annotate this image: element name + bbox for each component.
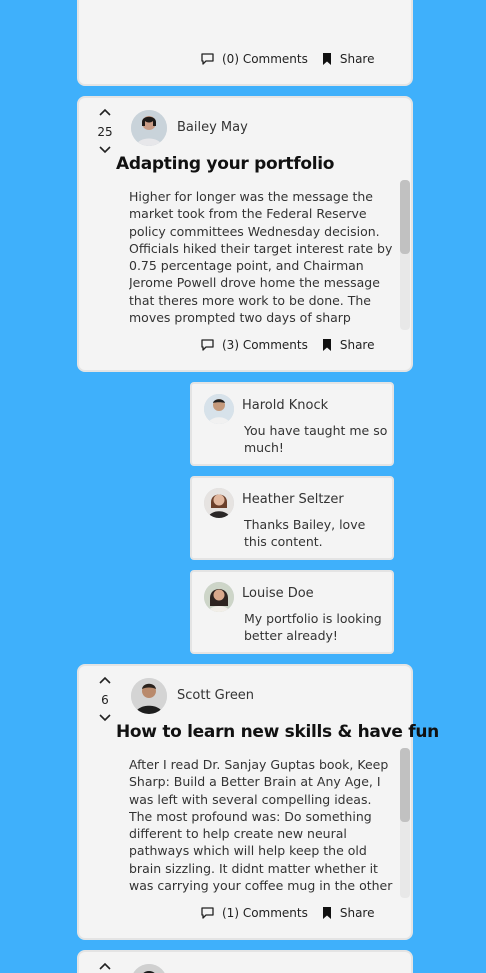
speech-bubble-icon — [201, 907, 214, 919]
bookmark-icon — [322, 339, 331, 351]
vote-score: 6 — [101, 693, 109, 707]
comment-card: Heather Seltzer Thanks Bailey, love this… — [190, 476, 394, 560]
post-title[interactable]: Adapting your portfolio — [116, 154, 406, 174]
avatar[interactable] — [204, 488, 234, 518]
post-title[interactable]: How to learn new skills & have fun — [116, 722, 439, 742]
bookmark-icon — [322, 907, 331, 919]
comments-button[interactable]: (1) Comments — [201, 906, 308, 920]
feed: (0) Comments Share 25 Bailey May Adaptin… — [0, 0, 486, 973]
avatar[interactable] — [131, 110, 167, 146]
upvote-button[interactable] — [93, 108, 117, 122]
comment-author[interactable]: Louise Doe — [242, 586, 314, 601]
comments-label: (1) Comments — [222, 906, 308, 920]
post-card: (0) Comments Share — [77, 0, 413, 86]
comment-card: Harold Knock You have taught me so much! — [190, 382, 394, 466]
chevron-down-icon — [99, 146, 111, 154]
post-author[interactable]: Bailey May — [177, 120, 248, 135]
post-author[interactable]: Scott Green — [177, 688, 254, 703]
vote-control: 6 — [93, 676, 117, 726]
speech-bubble-icon — [201, 339, 214, 351]
vote-score: 25 — [97, 125, 113, 139]
downvote-button[interactable] — [93, 144, 117, 158]
post-body: Higher for longer was the message the ma… — [129, 189, 393, 326]
scrollbar-thumb[interactable] — [400, 748, 410, 822]
post-body-scrollbar[interactable] — [400, 180, 410, 330]
post-body-scrollbar[interactable] — [400, 748, 410, 898]
post-body: After I read Dr. Sanjay Guptas book, Kee… — [129, 757, 393, 894]
post-actions: (1) Comments Share — [201, 906, 375, 920]
vote-control: 25 — [93, 108, 117, 158]
comment-author[interactable]: Heather Seltzer — [242, 492, 344, 507]
post-actions: (0) Comments Share — [201, 52, 375, 66]
avatar[interactable] — [204, 582, 234, 612]
comments-button[interactable]: (3) Comments — [201, 338, 308, 352]
vote-control — [93, 962, 117, 973]
chevron-down-icon — [99, 714, 111, 722]
upvote-button[interactable] — [93, 962, 117, 973]
share-label: Share — [339, 338, 375, 352]
avatar[interactable] — [131, 678, 167, 714]
comment-text: You have taught me so much! — [244, 423, 388, 455]
post-card: 6 Scott Green How to learn new skills & … — [77, 664, 439, 940]
avatar[interactable] — [131, 964, 167, 973]
chevron-up-icon — [99, 962, 111, 970]
avatar[interactable] — [204, 394, 234, 424]
post-actions: (3) Comments Share — [201, 338, 375, 352]
comment-text: My portfolio is looking better already! — [244, 611, 382, 643]
comment-author[interactable]: Harold Knock — [242, 398, 328, 413]
chevron-up-icon — [99, 108, 111, 116]
scrollbar-thumb[interactable] — [400, 180, 410, 254]
comments-label: (3) Comments — [222, 338, 308, 352]
post-card — [77, 950, 413, 973]
share-button[interactable]: Share — [322, 906, 375, 920]
comments-label: (0) Comments — [222, 52, 308, 66]
upvote-button[interactable] — [93, 676, 117, 690]
speech-bubble-icon — [201, 53, 214, 65]
comment-text: Thanks Bailey, love this content. — [244, 517, 366, 549]
downvote-button[interactable] — [93, 712, 117, 726]
post-card: 25 Bailey May Adapting your portfolio Hi… — [77, 96, 413, 372]
comments-button[interactable]: (0) Comments — [201, 52, 308, 66]
chevron-up-icon — [99, 676, 111, 684]
share-label: Share — [339, 906, 375, 920]
comment-card: Louise Doe My portfolio is looking bette… — [190, 570, 394, 654]
bookmark-icon — [322, 53, 331, 65]
share-button[interactable]: Share — [322, 52, 375, 66]
share-label: Share — [339, 52, 375, 66]
share-button[interactable]: Share — [322, 338, 375, 352]
